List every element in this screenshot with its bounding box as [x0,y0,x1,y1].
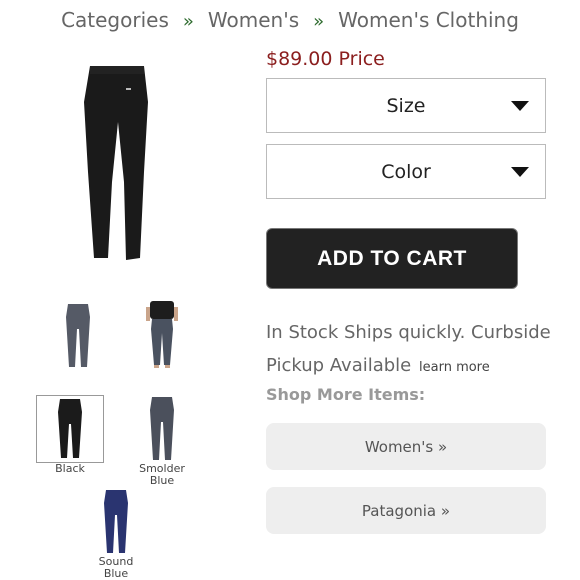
shop-womens-button[interactable]: Women's » [266,423,546,470]
breadcrumb-separator: » [182,11,194,32]
size-select-label: Size [386,94,426,117]
leggings-black-thumbnail-image [58,399,82,458]
size-select[interactable]: Size [266,78,546,133]
product-main-image [84,66,148,260]
breadcrumb-womens-clothing[interactable]: Women's Clothing [338,8,519,32]
thumbnail-label: Black [55,462,85,475]
breadcrumb: Categories » Women's » Women's Clothing [0,8,580,32]
leggings-model-thumbnail-image [146,301,178,368]
thumbnail-black[interactable]: Black [36,395,104,475]
color-select-label: Color [381,160,431,183]
stock-status-text: In Stock Ships quickly. Curbside Pickup … [266,322,551,376]
breadcrumb-womens[interactable]: Women's [208,8,299,32]
thumbnail-label: Smolder Blue [139,462,185,487]
leggings-smolder-blue-thumbnail-image [150,397,174,460]
thumbnail-model[interactable] [128,300,196,368]
product-price: $89.00 Price [266,48,385,70]
stock-status: In Stock Ships quickly. Curbside Pickup … [266,316,566,384]
shop-patagonia-button[interactable]: Patagonia » [266,487,546,534]
thumbnail-smolder-blue[interactable]: Smolder Blue [126,395,198,487]
chevron-down-icon [511,101,529,111]
color-select[interactable]: Color [266,144,546,199]
learn-more-link[interactable]: learn more [419,360,490,375]
thumbnail-sound-blue[interactable]: Sound Blue [82,488,150,580]
leggings-sound-blue-thumbnail-image [104,490,128,553]
breadcrumb-separator: » [313,11,325,32]
shop-more-heading: Shop More Items: [266,385,426,404]
chevron-down-icon [511,167,529,177]
thumbnail-label: Sound Blue [98,555,134,580]
breadcrumb-categories[interactable]: Categories [61,8,169,32]
leggings-thumbnail-image [66,304,90,367]
thumbnail-gray[interactable] [44,302,112,370]
add-to-cart-button[interactable]: ADD TO CART [266,228,518,289]
